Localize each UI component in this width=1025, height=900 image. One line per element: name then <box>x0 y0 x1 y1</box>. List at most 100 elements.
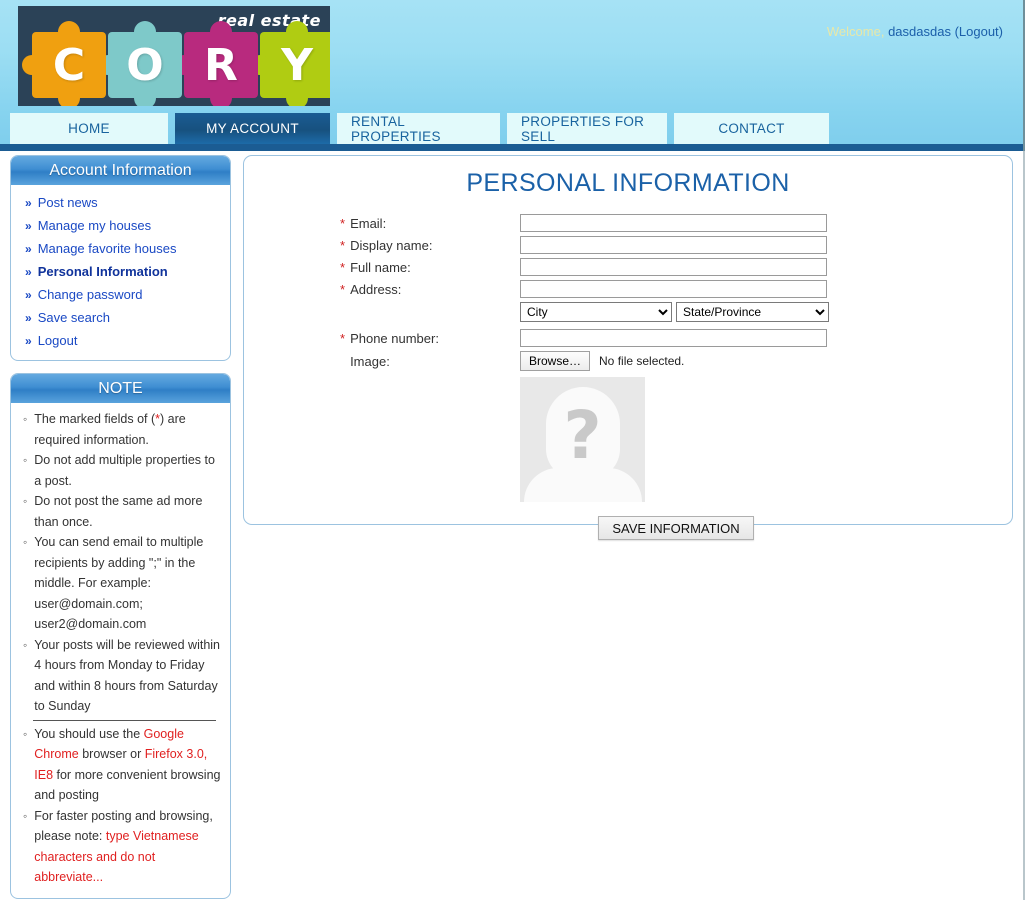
email-label-wrap: * Email: <box>340 216 520 231</box>
note-list-item: ◦You can send email to multiple recipien… <box>19 532 222 635</box>
note-text: Your posts will be reviewed within 4 hou… <box>34 635 222 717</box>
sidebar-item-label: Logout <box>38 333 78 348</box>
sidebar-item-label: Post news <box>38 195 98 210</box>
note-list-item: ◦You should use the Google Chrome browse… <box>19 724 222 806</box>
image-label-wrap: * Image: <box>340 354 520 369</box>
sidebar-item-manage-favorite-houses[interactable]: » Manage favorite houses <box>11 237 230 260</box>
form-row-image: * Image: Browse… No file selected. <box>340 351 1012 371</box>
chevron-right-icon: » <box>25 219 32 233</box>
required-asterisk-icon: * <box>340 260 345 275</box>
puzzle-piece-y: Y <box>260 32 330 98</box>
bullet-icon: ◦ <box>23 409 27 430</box>
file-status-text: No file selected. <box>599 354 684 368</box>
sidebar-item-change-password[interactable]: » Change password <box>11 283 230 306</box>
sidebar: Account Information » Post news » Manage… <box>10 155 231 900</box>
file-upload-row: Browse… No file selected. <box>520 351 684 371</box>
display-name-field[interactable] <box>520 236 827 254</box>
nav-tab-my-account[interactable]: MY ACCOUNT <box>175 113 330 144</box>
form-row-full-name: * Full name: <box>340 258 1012 276</box>
account-panel-title: Account Information <box>11 156 230 185</box>
sidebar-item-personal-information[interactable]: » Personal Information <box>11 260 230 283</box>
form-row-phone: * Phone number: <box>340 329 1012 347</box>
sidebar-item-label: Save search <box>38 310 110 325</box>
city-select[interactable]: City <box>520 302 672 322</box>
email-label: Email: <box>350 216 386 231</box>
full-name-field[interactable] <box>520 258 827 276</box>
sidebar-item-label: Manage my houses <box>38 218 151 233</box>
phone-label-wrap: * Phone number: <box>340 331 520 346</box>
nav-tab-list: HOME MY ACCOUNT RENTAL PROPERTIES PROPER… <box>10 113 829 144</box>
sidebar-item-label: Personal Information <box>38 264 168 279</box>
bullet-icon: ◦ <box>23 450 27 471</box>
note-separator <box>33 720 216 721</box>
required-asterisk-icon: * <box>340 238 345 253</box>
note-panel-title: NOTE <box>11 374 230 403</box>
avatar-placeholder-icon: ? <box>520 377 645 502</box>
sidebar-item-manage-my-houses[interactable]: » Manage my houses <box>11 214 230 237</box>
account-information-panel: Account Information » Post news » Manage… <box>10 155 231 361</box>
logo-letter-4: Y <box>260 32 330 98</box>
full-name-label-wrap: * Full name: <box>340 260 520 275</box>
note-list-item: ◦For faster posting and browsing, please… <box>19 806 222 888</box>
nav-underline-bar <box>0 144 1023 151</box>
logo-letter-1: C <box>32 32 106 98</box>
phone-number-field[interactable] <box>520 329 827 347</box>
nav-tab-contact[interactable]: CONTACT <box>674 113 829 144</box>
browse-button[interactable]: Browse… <box>520 351 590 371</box>
page-body: Account Information » Post news » Manage… <box>0 151 1025 900</box>
note-list-item: ◦The marked fields of (*) are required i… <box>19 409 222 450</box>
nav-tab-home[interactable]: HOME <box>10 113 168 144</box>
personal-information-panel: PERSONAL INFORMATION * Email: * Display … <box>243 155 1013 525</box>
site-logo[interactable]: real estate C O R Y <box>18 6 330 106</box>
sidebar-item-post-news[interactable]: » Post news <box>11 191 230 214</box>
sidebar-item-label: Manage favorite houses <box>38 241 177 256</box>
note-list-item: ◦Do not post the same ad more than once. <box>19 491 222 532</box>
puzzle-piece-r: R <box>184 32 258 98</box>
sidebar-item-label: Change password <box>38 287 143 302</box>
note-text: Do not add multiple properties to a post… <box>34 450 222 491</box>
required-asterisk-icon: * <box>340 216 345 231</box>
question-mark-icon: ? <box>520 403 645 469</box>
note-text: For faster posting and browsing, please … <box>34 806 222 888</box>
nav-tab-properties-for-sell[interactable]: PROPERTIES FOR SELL <box>507 113 667 144</box>
note-text: You should use the Google Chrome browser… <box>34 724 222 806</box>
nav-tab-rental-properties[interactable]: RENTAL PROPERTIES <box>337 113 500 144</box>
email-field[interactable] <box>520 214 827 232</box>
chevron-right-icon: » <box>25 334 32 348</box>
display-name-label: Display name: <box>350 238 432 253</box>
logo-letter-3: R <box>184 32 258 98</box>
chevron-right-icon: » <box>25 265 32 279</box>
phone-label: Phone number: <box>350 331 439 346</box>
bullet-icon: ◦ <box>23 491 27 512</box>
note-list-item: ◦Your posts will be reviewed within 4 ho… <box>19 635 222 717</box>
save-information-button[interactable]: SAVE INFORMATION <box>598 516 753 540</box>
form-row-display-name: * Display name: <box>340 236 1012 254</box>
save-button-wrap: SAVE INFORMATION <box>340 516 1012 540</box>
form-row-email: * Email: <box>340 214 1012 232</box>
display-name-label-wrap: * Display name: <box>340 238 520 253</box>
address-label-wrap: * Address: <box>340 282 520 297</box>
image-label: Image: <box>350 354 390 369</box>
form-row-address: * Address: <box>340 280 1012 298</box>
note-plain: Do not add multiple properties to a post… <box>34 453 215 488</box>
avatar-preview-wrap: ? <box>520 377 1012 502</box>
note-panel-items: ◦The marked fields of (*) are required i… <box>11 403 230 898</box>
logo-letter-2: O <box>108 32 182 98</box>
required-asterisk-icon: * <box>340 331 345 346</box>
sidebar-item-logout[interactable]: » Logout <box>11 329 230 352</box>
site-header: real estate C O R Y Welcome, dasdasdas (… <box>0 0 1025 113</box>
note-list-item: ◦ Do not add multiple properties to a pos… <box>19 450 222 491</box>
required-asterisk-icon: * <box>340 282 345 297</box>
page-title: PERSONAL INFORMATION <box>244 169 1012 198</box>
chevron-right-icon: » <box>25 311 32 325</box>
note-plain: The marked fields of ( <box>34 412 155 426</box>
note-plain: for more convenient browsing and posting <box>34 768 220 803</box>
location-selects: City State/Province <box>520 302 1012 322</box>
main-navigation: HOME MY ACCOUNT RENTAL PROPERTIES PROPER… <box>0 113 1025 151</box>
note-plain: You should use the <box>34 727 143 741</box>
bullet-icon: ◦ <box>23 532 27 553</box>
address-field[interactable] <box>520 280 827 298</box>
sidebar-item-save-search[interactable]: » Save search <box>11 306 230 329</box>
user-logout-link[interactable]: dasdasdas (Logout) <box>888 24 1003 39</box>
state-province-select[interactable]: State/Province <box>676 302 829 322</box>
